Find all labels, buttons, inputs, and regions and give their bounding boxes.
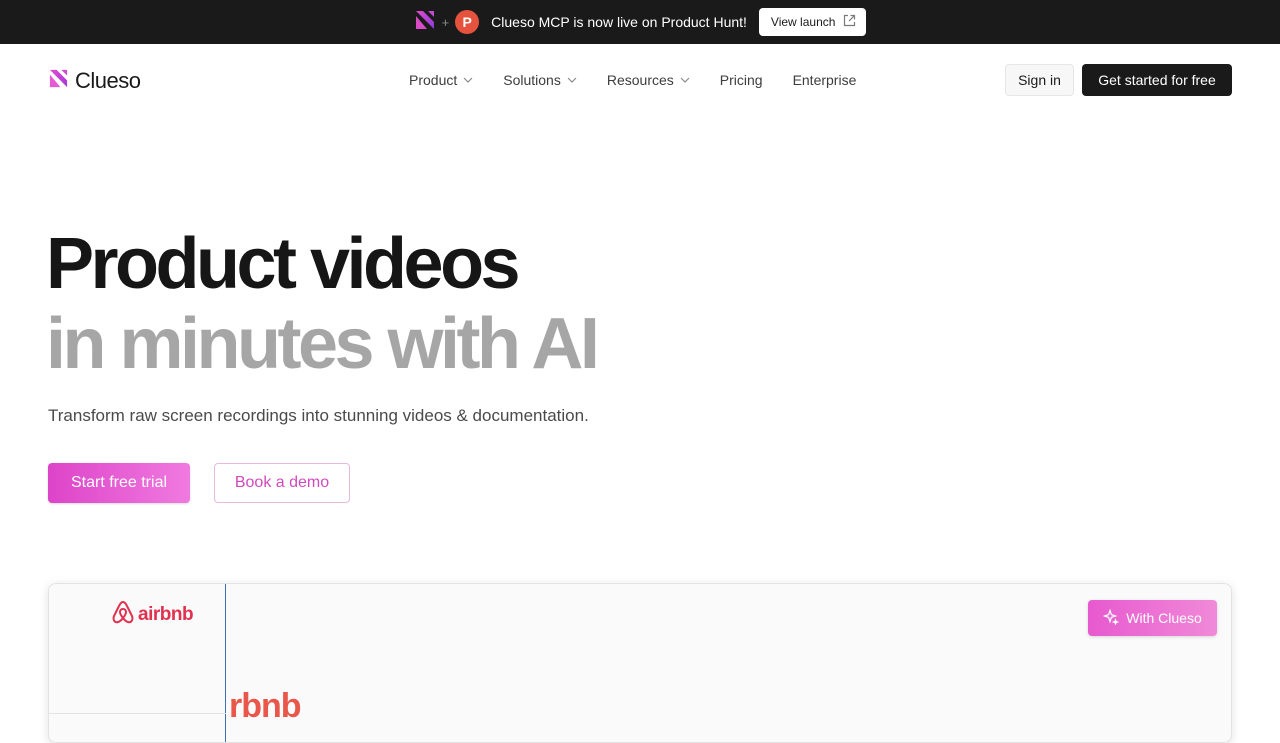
book-demo-button[interactable]: Book a demo — [214, 463, 350, 503]
menu-item-label: Solutions — [503, 72, 561, 88]
menu-item-resources[interactable]: Resources — [607, 72, 690, 88]
clueso-logo-icon — [414, 9, 436, 36]
chevron-down-icon — [680, 75, 690, 85]
announcement-logos: + P — [414, 9, 480, 36]
with-clueso-label: With Clueso — [1126, 610, 1202, 626]
clueso-logo-icon — [48, 68, 69, 94]
main-menu: Product Solutions Resources Pricing Ente… — [409, 72, 856, 88]
view-launch-label: View launch — [770, 15, 836, 29]
hero-title: Product videos in minutes with AI — [46, 224, 600, 384]
brand-name: Clueso — [75, 68, 141, 93]
menu-item-pricing[interactable]: Pricing — [720, 72, 763, 88]
start-free-trial-button[interactable]: Start free trial — [48, 463, 190, 503]
menu-item-label: Resources — [606, 72, 674, 88]
airbnb-logo: airbnb — [111, 599, 194, 630]
sidebar-divider — [49, 713, 226, 714]
product-hunt-icon: P — [455, 10, 480, 34]
airbnb-icon — [111, 599, 135, 630]
announcement-bar: + P Clueso MCP is now live on Product Hu… — [0, 0, 1280, 44]
plus-sign: + — [441, 14, 450, 30]
hero-title-line1: Product videos — [46, 224, 521, 304]
airbnb-wordmark: airbnb — [138, 603, 194, 625]
external-link-icon — [843, 14, 856, 30]
chevron-down-icon — [463, 75, 473, 85]
sign-in-button[interactable]: Sign in — [1005, 64, 1074, 96]
demo-video-preview[interactable]: airbnb rbnb With Clueso — [48, 583, 1232, 743]
view-launch-button[interactable]: View launch — [758, 8, 867, 36]
with-clueso-button[interactable]: With Clueso — [1088, 600, 1217, 636]
menu-item-solutions[interactable]: Solutions — [503, 72, 577, 88]
hero-title-line2: in minutes with AI — [46, 304, 600, 384]
menu-item-label: Product — [409, 72, 458, 88]
top-navigation: Clueso Product Solutions Resources Prici… — [0, 44, 1280, 116]
sparkle-icon — [1102, 608, 1120, 628]
hero-subtitle: Transform raw screen recordings into stu… — [48, 406, 589, 425]
menu-item-product[interactable]: Product — [409, 72, 473, 88]
menu-item-label: Enterprise — [792, 72, 857, 88]
menu-item-label: Pricing — [719, 72, 763, 88]
demo-canvas-text: rbnb — [229, 687, 302, 725]
chevron-down-icon — [567, 75, 577, 85]
announcement-text: Clueso MCP is now live on Product Hunt! — [491, 14, 747, 30]
get-started-button[interactable]: Get started for free — [1082, 64, 1232, 96]
menu-item-enterprise[interactable]: Enterprise — [793, 72, 857, 88]
brand-logo[interactable]: Clueso — [48, 68, 141, 94]
demo-sidebar: airbnb — [49, 584, 226, 742]
